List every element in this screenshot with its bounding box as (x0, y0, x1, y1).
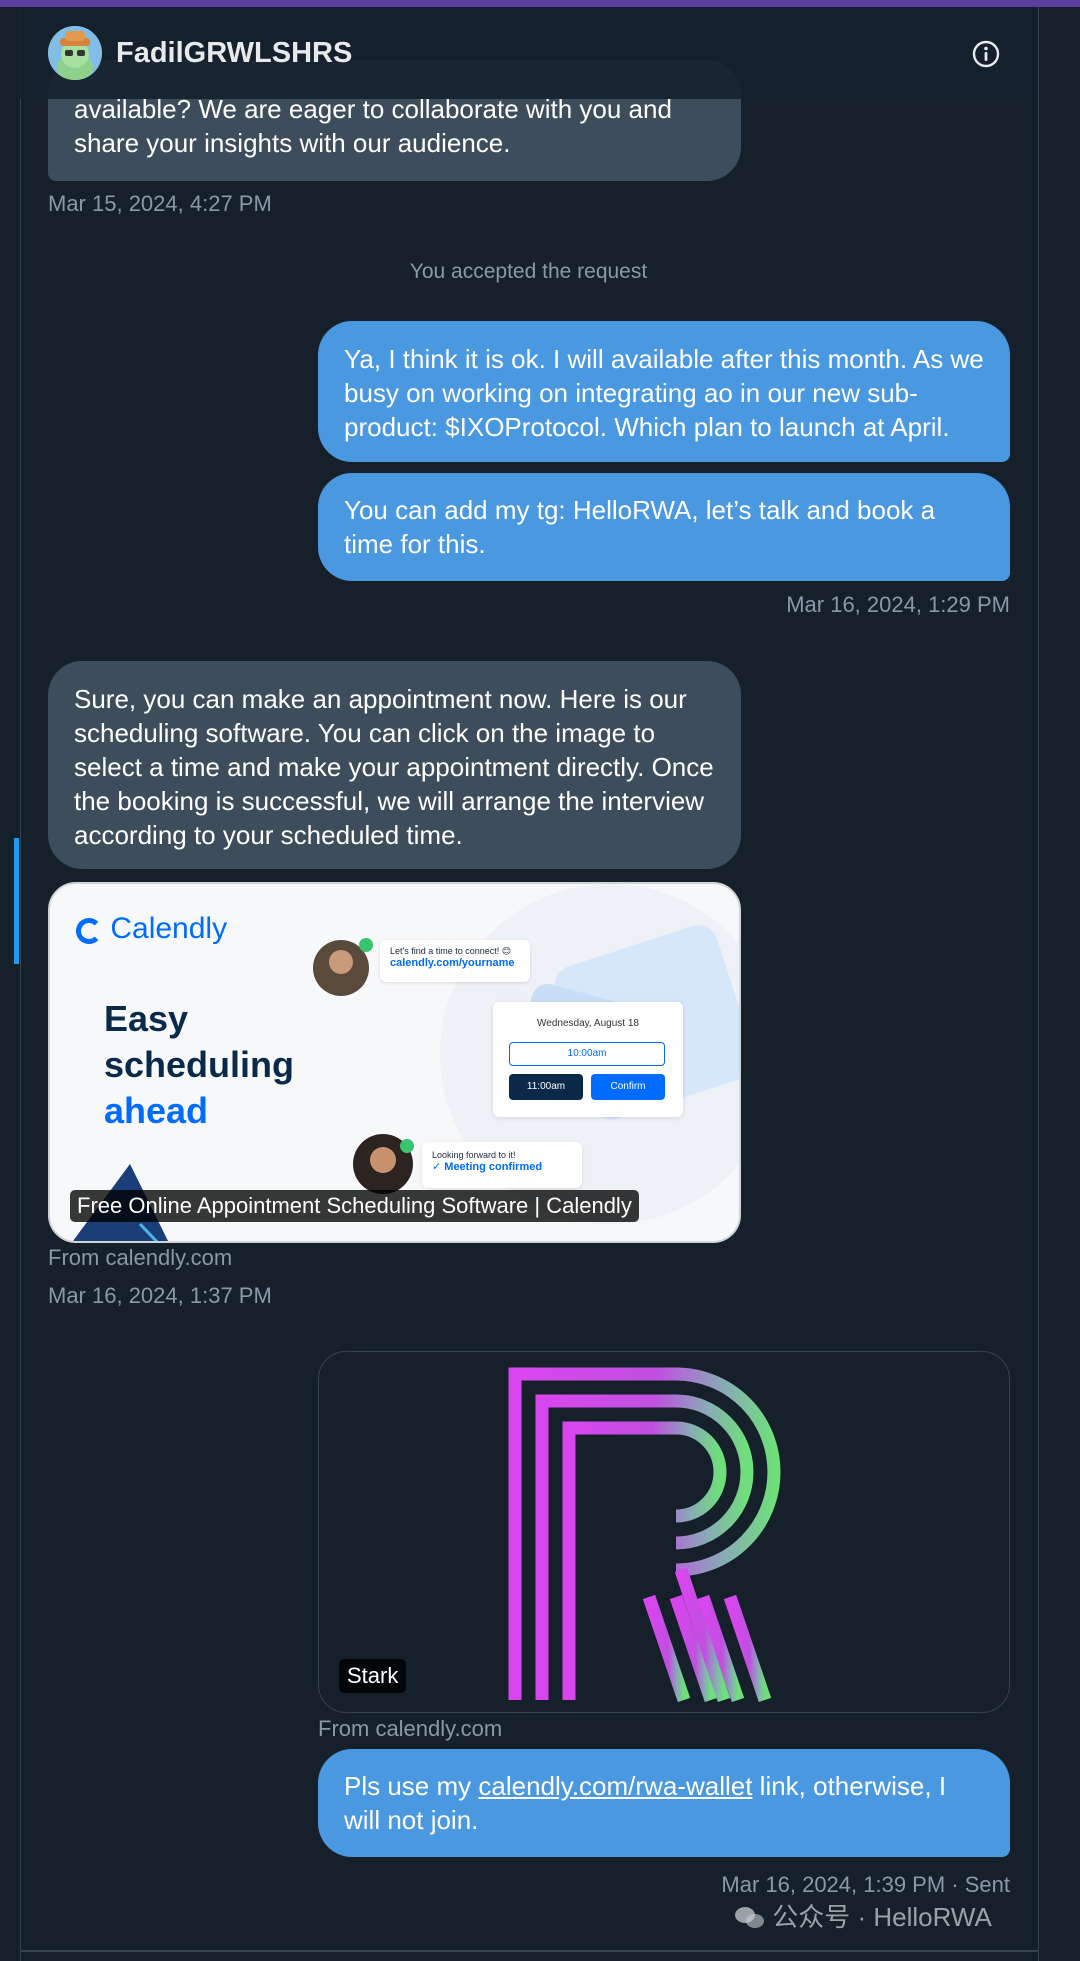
divider (20, 1950, 1038, 1952)
r-logo-icon (508, 1367, 781, 1703)
message-text: Ya, I think it is ok. I will available a… (344, 344, 984, 442)
conversation-title[interactable]: FadilGRWLSHRS (116, 37, 352, 70)
message-bubble-outgoing[interactable]: Ya, I think it is ok. I will available a… (318, 321, 1010, 462)
card-headline: Easy scheduling ahead (104, 998, 295, 1131)
message-bubble-incoming[interactable]: Sure, you can make an appointment now. H… (48, 661, 741, 869)
card-title-label: Free Online Appointment Scheduling Softw… (70, 1190, 639, 1222)
calendly-logo-icon (76, 918, 102, 944)
confirmed-bubble: Looking forward to it! ✓ Meeting confirm… (422, 1142, 582, 1188)
conversation-header: FadilGRWLSHRS (20, 7, 1037, 99)
message-timestamp: Mar 16, 2024, 1:37 PM (48, 1283, 272, 1308)
watermark: 公众号 · HelloRWA (735, 1897, 992, 1934)
selection-indicator (14, 838, 19, 964)
cartoon-avatar-icon[interactable] (48, 26, 102, 80)
calendly-logo: Calendly (76, 912, 227, 946)
link-source: From calendly.com (318, 1716, 503, 1741)
link-source: From calendly.com (48, 1245, 233, 1270)
wechat-icon (735, 1907, 765, 1929)
time-picker: Wednesday, August 18 10:00am 11:00am Con… (493, 1002, 683, 1117)
message-timestamp: Mar 15, 2024, 4:27 PM (48, 191, 272, 216)
message-timestamp: Mar 16, 2024, 1:39 PM · Sent (721, 1872, 1010, 1897)
message-text: You can add my tg: HelloRWA, let’s talk … (344, 495, 936, 559)
info-circle-icon[interactable] (972, 40, 1000, 68)
link-preview-card[interactable]: Stark (318, 1351, 1010, 1713)
message-timestamp: Mar 16, 2024, 1:29 PM (786, 592, 1010, 617)
message-text: available? We are eager to collaborate w… (74, 94, 672, 158)
card-title-label: Stark (339, 1659, 407, 1693)
system-notice: You accepted the request (409, 260, 648, 283)
message-bubble-outgoing[interactable]: You can add my tg: HelloRWA, let’s talk … (318, 473, 1010, 581)
window-accent-bar (0, 0, 1080, 7)
link-preview-card[interactable]: Calendly Easy scheduling ahead Let's fin… (48, 882, 741, 1243)
message-link[interactable]: calendly.com/rwa-wallet (478, 1771, 752, 1801)
message-text: Sure, you can make an appointment now. H… (74, 684, 714, 850)
check-icon: ✓ Meeting confirmed (432, 1161, 543, 1173)
message-bubble-outgoing[interactable]: Pls use my calendly.com/rwa-wallet link,… (318, 1749, 1010, 1857)
invite-bubble: Let's find a time to connect! 😊 calendly… (380, 940, 530, 982)
